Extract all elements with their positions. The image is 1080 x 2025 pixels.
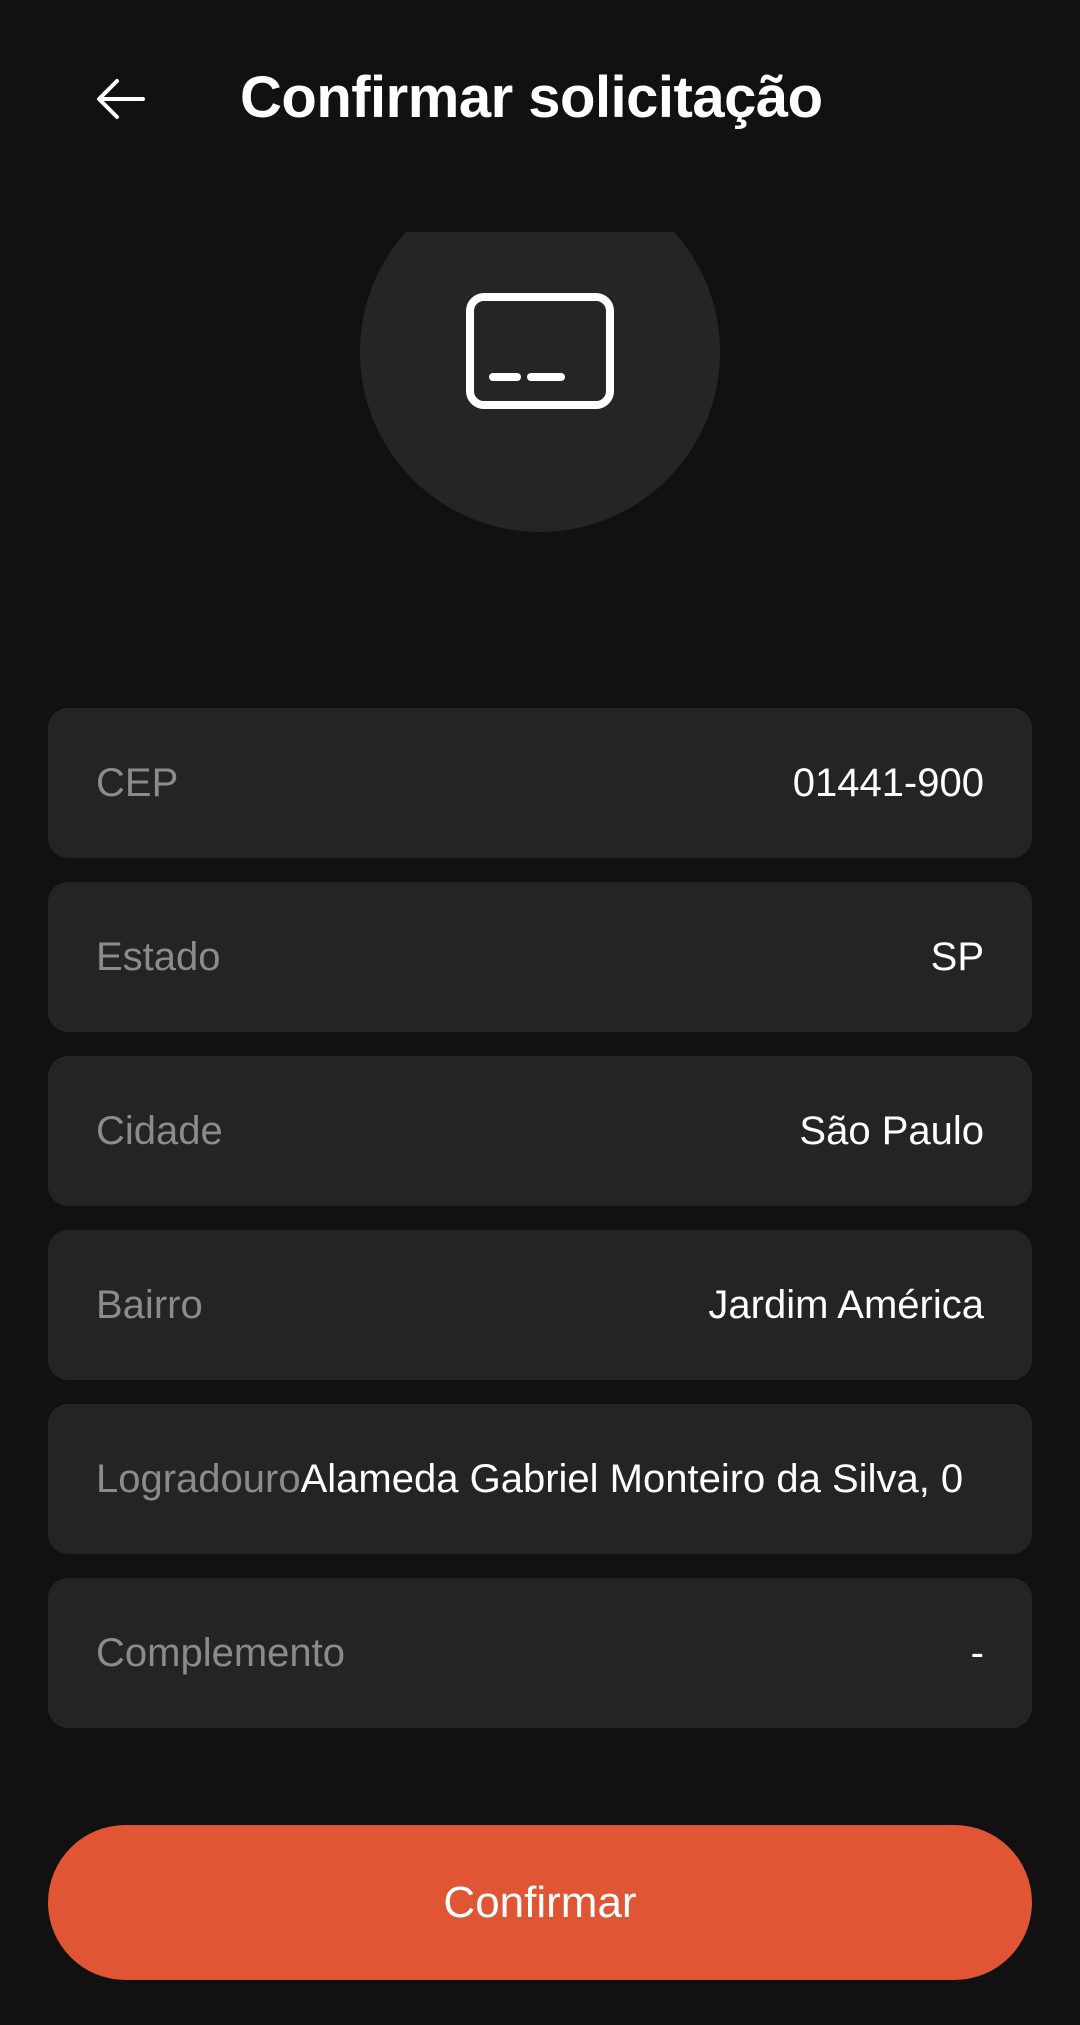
field-estado: Estado SP — [48, 882, 1032, 1032]
field-bairro: Bairro Jardim América — [48, 1230, 1032, 1380]
field-label: Complemento — [96, 1630, 346, 1675]
address-fields: CEP 01441-900 Estado SP Cidade São Paulo… — [48, 708, 1032, 1752]
back-button[interactable] — [78, 56, 164, 142]
field-complemento: Complemento - — [48, 1578, 1032, 1728]
field-value: - — [970, 1630, 984, 1675]
app-header: Confirmar solicitação — [0, 0, 1080, 200]
field-label: CEP — [96, 760, 179, 805]
field-cidade: Cidade São Paulo — [48, 1056, 1032, 1206]
field-logradouro: Logradouro Alameda Gabriel Monteiro da S… — [48, 1404, 1032, 1554]
field-cep: CEP 01441-900 — [48, 708, 1032, 858]
arrow-left-icon — [97, 79, 145, 119]
field-value: 01441-900 — [792, 760, 984, 805]
confirm-button[interactable]: Confirmar — [48, 1825, 1032, 1980]
field-label: Bairro — [96, 1282, 203, 1327]
field-label: Logradouro — [96, 1456, 301, 1501]
card-illustration — [360, 232, 720, 532]
page-title: Confirmar solicitação — [240, 65, 823, 130]
card-icon — [466, 293, 614, 409]
field-value: SP — [930, 934, 984, 979]
field-label: Cidade — [96, 1108, 223, 1153]
field-value: Alameda Gabriel Monteiro da Silva, 0 — [300, 1456, 964, 1501]
field-value: São Paulo — [799, 1108, 984, 1153]
field-label: Estado — [96, 934, 221, 979]
field-value: Jardim América — [708, 1282, 984, 1327]
